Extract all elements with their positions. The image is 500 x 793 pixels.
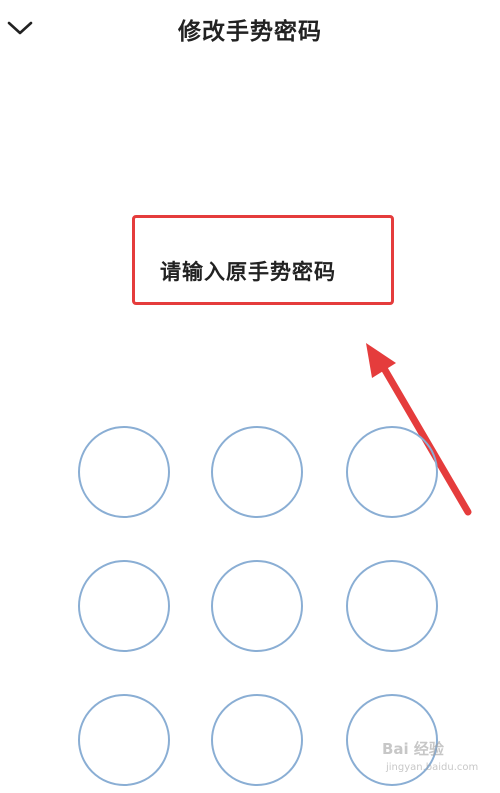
watermark-url: jingyan.baidu.com	[386, 762, 479, 773]
watermark-logo-text: Bai 经验	[382, 740, 444, 758]
baidu-jingyan-watermark: Bai 经验 jingyan.baidu.com	[382, 736, 494, 786]
gesture-prompt-text: 请输入原手势密码	[160, 260, 336, 284]
gesture-dot-6[interactable]	[346, 560, 438, 652]
gesture-dot-1[interactable]	[78, 426, 170, 518]
header-bar: 修改手势密码	[0, 0, 500, 58]
gesture-dot-2[interactable]	[211, 426, 303, 518]
gesture-dot-7[interactable]	[78, 694, 170, 786]
change-gesture-password-screen: 修改手势密码 请输入原手势密码 Bai 经验 jingyan.baidu.com	[0, 0, 500, 793]
page-title: 修改手势密码	[178, 19, 322, 45]
gesture-dot-5[interactable]	[211, 560, 303, 652]
gesture-dot-8[interactable]	[211, 694, 303, 786]
arrow-annotation-icon	[366, 343, 472, 516]
gesture-dot-3[interactable]	[346, 426, 438, 518]
gesture-dot-4[interactable]	[78, 560, 170, 652]
